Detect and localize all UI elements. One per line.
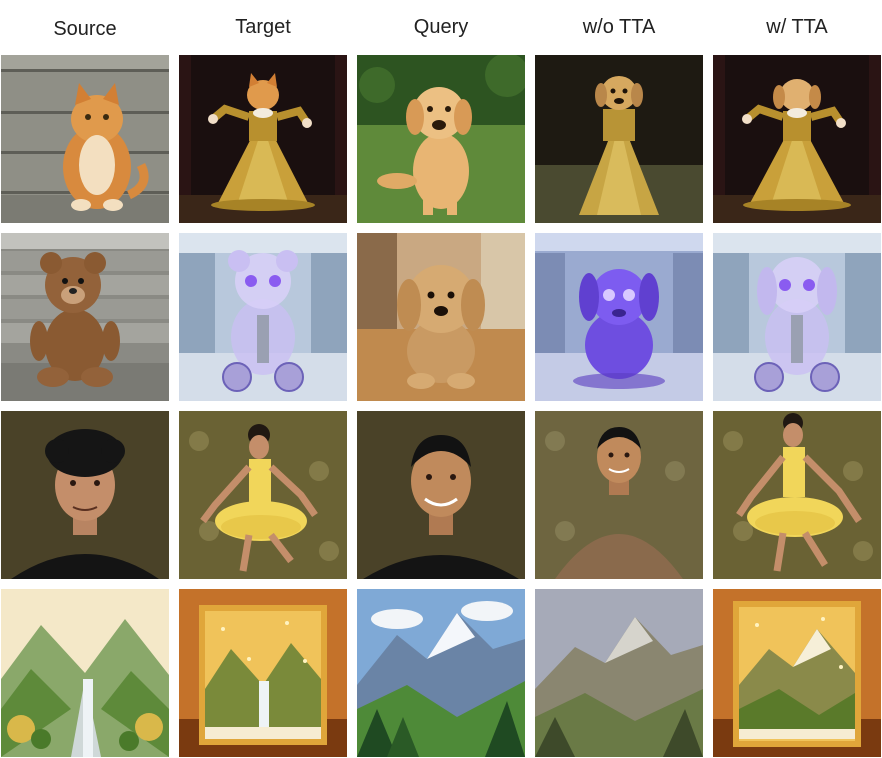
column-header-source: Source — [53, 18, 117, 40]
row4-query-image — [357, 589, 525, 757]
row2-target-image — [179, 233, 347, 401]
row3-source-image — [1, 411, 169, 579]
row1-source-image — [1, 55, 169, 223]
row1-without-tta-image — [535, 55, 703, 223]
row4-target-image — [179, 589, 347, 757]
row3-target-image — [179, 411, 347, 579]
column-header-with-tta: w/ TTA — [766, 16, 828, 38]
row1-with-tta-image — [713, 55, 881, 223]
row2-query-image — [357, 233, 525, 401]
column-header-query: Query — [413, 16, 469, 38]
row2-with-tta-image — [713, 233, 881, 401]
row4-source-image — [1, 589, 169, 757]
row3-with-tta-image — [713, 411, 881, 579]
row3-without-tta-image — [535, 411, 703, 579]
row4-with-tta-image — [713, 589, 881, 757]
row1-target-image — [179, 55, 347, 223]
row4-without-tta-image — [535, 589, 703, 757]
column-header-target: Target — [235, 16, 291, 38]
row2-without-tta-image — [535, 233, 703, 401]
row3-query-image — [357, 411, 525, 579]
row2-source-image — [1, 233, 169, 401]
row1-query-image — [357, 55, 525, 223]
column-header-without-tta: w/o TTA — [582, 16, 656, 38]
